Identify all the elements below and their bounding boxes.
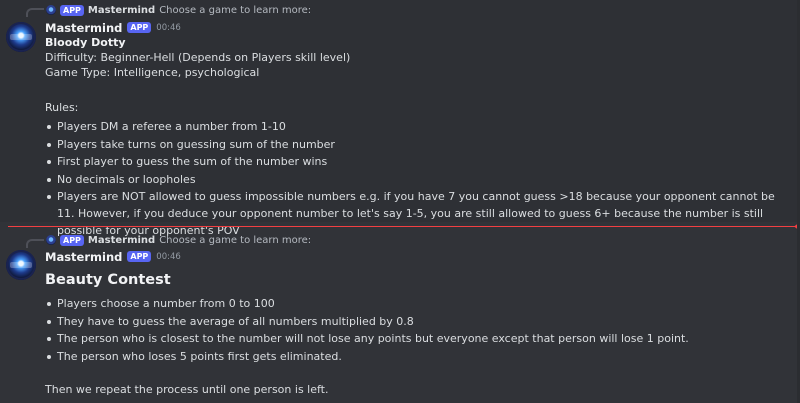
rules-list: Players choose a number from 0 to 100 Th… [45, 295, 780, 365]
reply-author[interactable]: Mastermind [88, 235, 155, 246]
reply-preview[interactable]: APP Mastermind Choose a game to learn mo… [46, 3, 311, 17]
mini-avatar-icon [46, 5, 56, 15]
reply-text[interactable]: Choose a game to learn more: [159, 5, 311, 16]
message-bloody-dotty: APP Mastermind Choose a game to learn mo… [0, 0, 800, 237]
message-header: Mastermind APP 00:46 [45, 20, 181, 35]
message-content: Beauty Contest Players choose a number f… [45, 269, 780, 397]
new-messages-divider [8, 226, 800, 227]
app-badge: APP [60, 234, 84, 246]
list-item: No decimals or loopholes [45, 171, 780, 189]
reply-text[interactable]: Choose a game to learn more: [159, 235, 311, 246]
reply-connector [26, 8, 44, 17]
app-badge: APP [127, 22, 152, 33]
avatar[interactable] [6, 22, 36, 52]
timestamp: 00:46 [156, 251, 181, 262]
app-badge: APP [60, 4, 84, 16]
game-type-text: Game Type: Intelligence, psychological [45, 66, 260, 79]
list-item: They have to guess the average of all nu… [45, 313, 780, 331]
mini-avatar-icon [46, 235, 56, 245]
game-title: Bloody Dotty [45, 36, 126, 49]
difficulty-text: Difficulty: Beginner-Hell (Depends on Pl… [45, 51, 351, 64]
app-badge: APP [127, 251, 152, 262]
rules-list: Players DM a referee a number from 1-10 … [45, 118, 780, 239]
reply-author[interactable]: Mastermind [88, 5, 155, 16]
avatar[interactable] [6, 250, 36, 280]
list-item: Players take turns on guessing sum of th… [45, 136, 780, 154]
game-title: Beauty Contest [45, 272, 171, 288]
author-name[interactable]: Mastermind [45, 250, 122, 264]
list-item: Players choose a number from 0 to 100 [45, 295, 780, 313]
reply-preview[interactable]: APP Mastermind Choose a game to learn mo… [46, 233, 311, 247]
list-item: The person who is closest to the number … [45, 330, 780, 348]
author-name[interactable]: Mastermind [45, 21, 122, 35]
list-item: Players DM a referee a number from 1-10 [45, 118, 780, 136]
list-item: First player to guess the sum of the num… [45, 153, 780, 171]
timestamp: 00:46 [156, 22, 181, 33]
reply-connector [26, 239, 44, 248]
rules-label: Rules: [45, 101, 79, 114]
message-beauty-contest: APP Mastermind Choose a game to learn mo… [0, 228, 800, 403]
list-item: The person who loses 5 points first gets… [45, 348, 780, 366]
message-header: Mastermind APP 00:46 [45, 249, 181, 264]
footer-text: Then we repeat the process until one per… [45, 383, 329, 396]
message-content: Bloody Dotty Difficulty: Beginner-Hell (… [45, 35, 780, 239]
